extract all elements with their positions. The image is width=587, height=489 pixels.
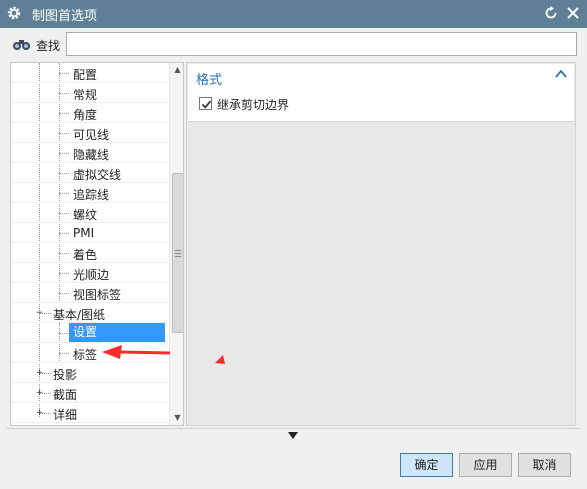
tree-item-label: 螺纹 (73, 208, 98, 222)
tree-connector (59, 133, 69, 134)
tree-item[interactable]: PMI (11, 223, 167, 243)
tree-item[interactable]: 角度 (11, 103, 167, 123)
tree-connector (59, 273, 69, 274)
tree-connector (59, 253, 69, 254)
search-input[interactable] (66, 32, 577, 56)
tree-item-label: 角度 (73, 108, 98, 122)
title-bar: 制图首选项 (0, 0, 587, 28)
tree-connector (59, 353, 69, 354)
tree-item-label: 基本/图纸 (53, 308, 106, 322)
tree-item-label: 详细 (53, 408, 78, 422)
apply-button[interactable]: 应用 (459, 453, 512, 477)
tree-item[interactable]: 光顺边 (11, 263, 167, 283)
tree-item-label: 截面 (53, 388, 78, 402)
search-label: 查找 (36, 39, 61, 53)
tree-item-label: 隐藏线 (73, 148, 110, 162)
chevron-up-icon[interactable] (554, 68, 568, 80)
tree-item-label: 常规 (73, 88, 98, 102)
tree-item-label: 着色 (73, 248, 98, 262)
tree-item-label: 追踪线 (73, 188, 110, 202)
tree-item-label: 虚拟交线 (73, 168, 122, 182)
tree-item[interactable]: 配置 (11, 63, 167, 83)
tree-item[interactable]: 常规 (11, 83, 167, 103)
scrollbar-thumb[interactable] (172, 173, 183, 333)
window-title: 制图首选项 (32, 9, 98, 24)
tree-connector (59, 73, 69, 74)
tree-item[interactable]: − 基本/图纸 (11, 303, 167, 323)
tree-connector (59, 153, 69, 154)
tree-item[interactable]: 视图标签 (11, 283, 167, 303)
inherit-clip-boundary-checkbox[interactable] (199, 97, 212, 110)
tree-item-label: 设置 (69, 323, 165, 342)
gear-icon (7, 6, 21, 20)
tree-item[interactable]: + 截面 (11, 383, 167, 403)
tree-item-label: 配置 (73, 68, 98, 82)
tree-connector (59, 293, 69, 294)
tree-scrollbar[interactable]: ▲ ▼ (169, 63, 183, 425)
settings-panel: 格式 继承剪切边界 (186, 62, 576, 426)
tree-item[interactable]: + 详细 (11, 403, 167, 423)
preferences-tree: 配置 常规 角度 可见线 隐藏线 虚拟交线 追踪线 螺纹 PMI 着色 光顺边 视图标签 − 基本/图纸设… (11, 63, 169, 425)
tree-item[interactable]: 虚拟交线 (11, 163, 167, 183)
expand-icon[interactable]: + (35, 389, 44, 398)
group-title: 格式 (196, 73, 223, 88)
tree-connector (59, 333, 69, 334)
tree-item[interactable]: 可见线 (11, 123, 167, 143)
tree-item-label: 标签 (73, 348, 98, 362)
expand-icon[interactable]: + (35, 409, 44, 418)
preferences-tree-panel: 配置 常规 角度 可见线 隐藏线 虚拟交线 追踪线 螺纹 PMI 着色 光顺边 视图标签 − 基本/图纸设… (10, 62, 184, 426)
cancel-button[interactable]: 取消 (518, 453, 571, 477)
close-icon[interactable] (565, 5, 581, 21)
tree-connector (59, 93, 69, 94)
tree-connector (59, 173, 69, 174)
tree-item-label: PMI (73, 226, 95, 240)
tree-connector (59, 113, 69, 114)
reset-icon[interactable] (543, 5, 559, 21)
tree-item[interactable]: 追踪线 (11, 183, 167, 203)
search-bar: 查找 (0, 28, 587, 62)
scroll-up-arrow-icon[interactable]: ▲ (170, 63, 183, 77)
tree-item-label: 光顺边 (73, 268, 110, 282)
tree-item[interactable]: 设置 (11, 323, 167, 343)
collapse-icon[interactable]: − (35, 309, 44, 318)
tree-connector (59, 233, 69, 234)
tree-item-label: 视图标签 (73, 288, 122, 302)
tree-connector (59, 213, 69, 214)
tree-connector (59, 193, 69, 194)
tree-item-label: 可见线 (73, 128, 110, 142)
expand-icon[interactable]: + (35, 369, 44, 378)
tree-item-label: 投影 (53, 368, 78, 382)
binoculars-icon (13, 40, 30, 50)
format-group: 格式 继承剪切边界 (188, 64, 574, 122)
inherit-clip-boundary-label: 继承剪切边界 (217, 98, 290, 112)
annotation-arrow-icon (102, 345, 171, 359)
scroll-down-arrow-icon[interactable]: ▼ (170, 411, 183, 425)
tree-item[interactable]: 着色 (11, 243, 167, 263)
tree-item[interactable]: 螺纹 (11, 203, 167, 223)
ok-button[interactable]: 确定 (400, 453, 453, 477)
tree-item[interactable]: 隐藏线 (11, 143, 167, 163)
expand-down-icon[interactable] (288, 432, 298, 440)
tree-item[interactable]: + 投影 (11, 363, 167, 383)
annotation-arrow-icon (215, 355, 225, 364)
